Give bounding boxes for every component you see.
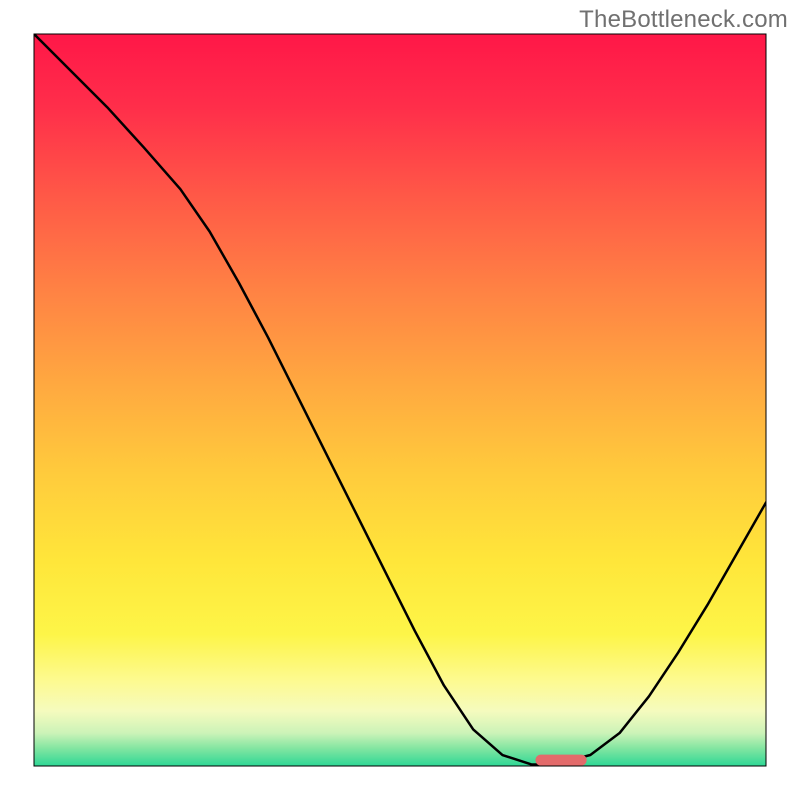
chart-container: TheBottleneck.com [0,0,800,800]
plot-background [34,34,766,766]
watermark-text: TheBottleneck.com [579,6,788,34]
bottleneck-chart [0,0,800,800]
optimal-range-marker [535,755,586,766]
